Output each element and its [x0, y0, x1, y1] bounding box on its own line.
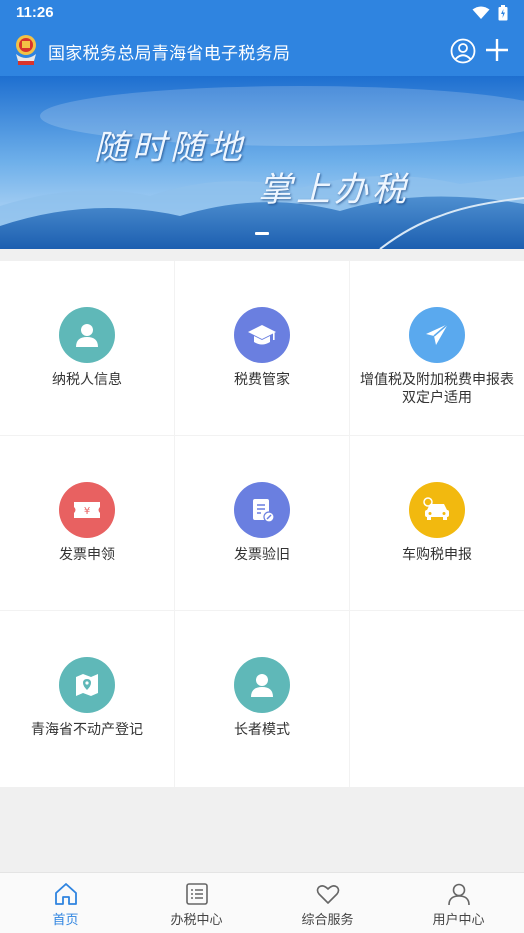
- graduation-cap-icon: [234, 307, 290, 363]
- status-bar: 11:26: [0, 0, 524, 26]
- user-account-icon[interactable]: [450, 38, 476, 64]
- service-tax-manager[interactable]: 税费管家: [175, 261, 349, 435]
- tab-services[interactable]: 综合服务: [262, 873, 393, 933]
- heart-icon: [316, 885, 340, 904]
- home-icon: [55, 883, 77, 905]
- user-icon: [59, 307, 115, 363]
- banner-slogan-line2: 掌上办税: [258, 170, 410, 210]
- ticket-icon: ¥: [59, 482, 115, 538]
- service-taxpayer-info[interactable]: 纳税人信息: [0, 261, 174, 435]
- service-label: 税费管家: [234, 372, 290, 388]
- car-icon: [409, 482, 465, 538]
- service-elder-mode[interactable]: 长者模式: [175, 611, 349, 785]
- map-pin-icon: [59, 657, 115, 713]
- tab-label: 用户中心: [432, 913, 485, 928]
- tax-bureau-emblem-icon: [16, 35, 36, 65]
- battery-icon: [498, 5, 508, 21]
- service-invoice-check[interactable]: 发票验旧: [175, 436, 349, 610]
- user-icon: [234, 657, 290, 713]
- service-real-estate-registration[interactable]: 青海省不动产登记: [0, 611, 174, 785]
- service-label: 车购税申报: [402, 547, 472, 563]
- tab-home[interactable]: 首页: [0, 873, 131, 933]
- tab-tax-center[interactable]: 办税中心: [131, 873, 262, 933]
- page-title: 国家税务总局青海省电子税务局: [48, 44, 291, 64]
- list-icon: [186, 883, 208, 905]
- add-icon[interactable]: [484, 37, 510, 63]
- service-invoice-apply[interactable]: ¥ 发票申领: [0, 436, 174, 610]
- promo-banner[interactable]: 随时随地 掌上办税: [0, 76, 524, 249]
- service-vehicle-tax[interactable]: 车购税申报: [350, 436, 524, 610]
- app-header: 国家税务总局青海省电子税务局: [0, 26, 524, 76]
- service-label: 增值税及附加税费申报表双定户适用: [360, 372, 514, 406]
- tab-label: 综合服务: [301, 913, 354, 928]
- status-time: 11:26: [16, 4, 54, 21]
- person-icon: [448, 883, 470, 906]
- service-label: 纳税人信息: [52, 372, 122, 388]
- tab-label: 首页: [52, 913, 79, 928]
- document-edit-icon: [234, 482, 290, 538]
- banner-slogan-line1: 随时随地: [94, 128, 246, 168]
- banner-page-indicator: [255, 232, 269, 235]
- service-label: 发票验旧: [234, 547, 290, 563]
- service-grid: 纳税人信息 税费管家 增值税及附加税费申报表双定户适用 ¥ 发票申领 发票验旧 …: [0, 261, 524, 787]
- service-label: 长者模式: [234, 722, 290, 738]
- bottom-tab-bar: 首页 办税中心 综合服务 用户中心: [0, 872, 524, 933]
- service-label: 青海省不动产登记: [31, 722, 143, 738]
- service-label: 发票申领: [59, 547, 115, 563]
- tab-user-center[interactable]: 用户中心: [393, 873, 524, 933]
- svg-text:¥: ¥: [84, 506, 90, 517]
- service-vat-declaration[interactable]: 增值税及附加税费申报表双定户适用: [350, 261, 524, 435]
- wifi-icon: [472, 6, 490, 19]
- paper-plane-icon: [409, 307, 465, 363]
- tab-label: 办税中心: [170, 913, 223, 928]
